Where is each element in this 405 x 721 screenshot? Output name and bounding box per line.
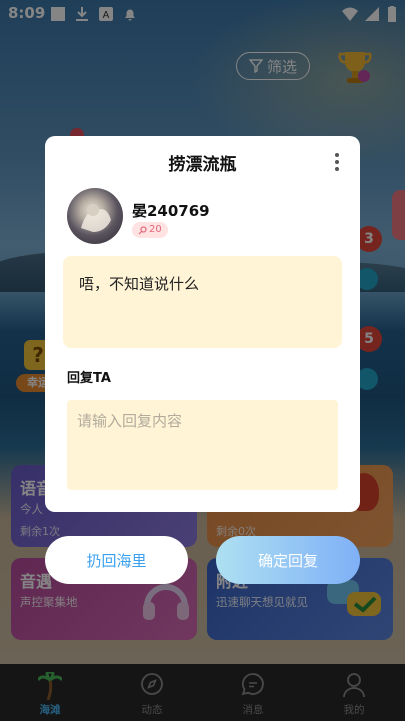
bottle-message: 唔，不知道说什么 — [63, 256, 342, 348]
more-options-icon[interactable] — [334, 152, 340, 172]
throw-back-button[interactable]: 扔回海里 — [45, 536, 188, 584]
female-symbol-icon — [138, 225, 147, 234]
drift-bottle-dialog: 捞漂流瓶 晏240769 20 唔，不知道说什么 回复TA — [45, 136, 360, 512]
message-text: 唔，不知道说什么 — [79, 275, 200, 293]
username: 晏240769 — [132, 202, 210, 220]
reply-label: 回复TA — [67, 371, 111, 386]
badge-value: 20 — [149, 224, 162, 235]
confirm-reply-button[interactable]: 确定回复 — [216, 536, 360, 584]
avatar[interactable] — [67, 188, 123, 244]
user-level-badge: 20 — [132, 222, 168, 238]
dialog-title: 捞漂流瓶 — [168, 155, 237, 175]
avatar-image — [81, 204, 111, 232]
reply-input[interactable] — [67, 400, 338, 490]
